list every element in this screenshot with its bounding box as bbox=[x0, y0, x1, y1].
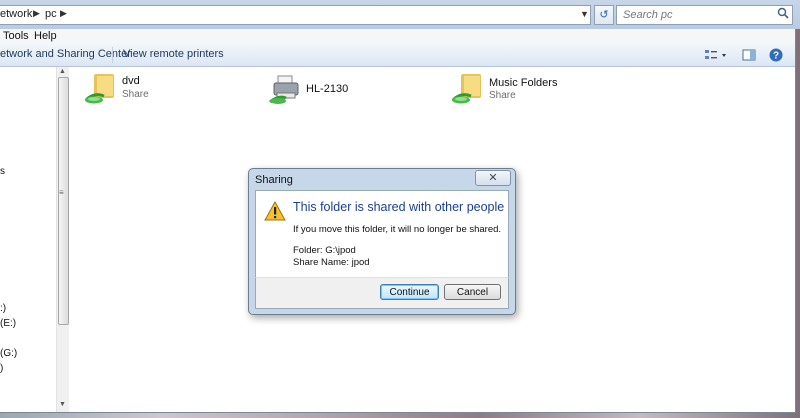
dialog-message: If you move this folder, it will no long… bbox=[293, 224, 502, 235]
refresh-icon[interactable]: ↺ bbox=[594, 5, 614, 25]
nav-item[interactable]: ) bbox=[0, 363, 3, 374]
folder-path-label: Folder: G:\jpod bbox=[293, 245, 356, 256]
cancel-button[interactable]: Cancel bbox=[444, 284, 501, 300]
menu-tools[interactable]: Tools bbox=[3, 30, 29, 42]
breadcrumb-network[interactable]: etwork bbox=[0, 8, 32, 20]
printer-icon bbox=[269, 75, 299, 104]
nav-item[interactable]: s bbox=[0, 166, 5, 177]
search-icon[interactable] bbox=[777, 7, 789, 19]
scroll-grip-icon: ≡ bbox=[59, 188, 64, 197]
item-name: Music Folders bbox=[489, 77, 558, 89]
view-remote-printers-button[interactable]: View remote printers bbox=[123, 48, 224, 60]
dialog-footer: Continue Cancel bbox=[255, 277, 509, 309]
dialog-body: This folder is shared with other people … bbox=[255, 190, 509, 279]
shared-folder-icon bbox=[84, 74, 114, 104]
close-button[interactable]: ✕ bbox=[475, 170, 511, 186]
change-view-icon[interactable] bbox=[703, 47, 729, 63]
command-bar: etwork and Sharing Center View remote pr… bbox=[0, 44, 795, 67]
menu-bar: Tools Help bbox=[0, 29, 795, 45]
search-input[interactable] bbox=[621, 7, 765, 23]
scroll-down-icon[interactable]: ▼ bbox=[59, 401, 66, 408]
warning-icon bbox=[264, 201, 286, 221]
dialog-heading: This folder is shared with other people bbox=[293, 200, 505, 214]
shared-folder-icon bbox=[451, 74, 481, 104]
navigation-pane: s :) (E:) (G:) ) bbox=[0, 67, 57, 412]
shared-item-hl-2130[interactable]: HL-2130 bbox=[268, 72, 418, 106]
shared-item-music-folders[interactable]: Music Folders Share bbox=[449, 72, 619, 106]
breadcrumb-pc[interactable]: pc bbox=[45, 8, 57, 20]
sharing-dialog: Sharing ✕ This folder is shared with oth… bbox=[248, 168, 516, 315]
nav-item[interactable]: :) bbox=[0, 303, 6, 314]
scroll-up-icon[interactable]: ▲ bbox=[59, 68, 66, 75]
breadcrumb-arrow-icon[interactable]: ▶ bbox=[33, 8, 40, 19]
close-icon: ✕ bbox=[488, 172, 498, 184]
command-separator bbox=[112, 47, 113, 63]
explorer-window: etwork ▶ pc ▶ ▼ ↺ Tools Help etwork and … bbox=[0, 0, 800, 412]
item-name: dvd bbox=[122, 75, 140, 87]
dialog-title: Sharing bbox=[255, 174, 293, 186]
help-icon[interactable]: ? bbox=[768, 47, 784, 63]
scrollbar-thumb[interactable] bbox=[58, 77, 69, 325]
continue-button[interactable]: Continue bbox=[380, 284, 439, 300]
breadcrumb-arrow-icon[interactable]: ▶ bbox=[60, 8, 67, 19]
nav-item[interactable]: (G:) bbox=[0, 348, 17, 359]
item-name: HL-2130 bbox=[306, 83, 349, 95]
share-name-label: Share Name: jpod bbox=[293, 257, 370, 268]
nav-item[interactable]: (E:) bbox=[0, 318, 16, 329]
address-dropdown-icon[interactable]: ▼ bbox=[580, 9, 589, 19]
svg-text:?: ? bbox=[773, 51, 779, 62]
preview-pane-icon[interactable] bbox=[741, 47, 757, 63]
menu-help[interactable]: Help bbox=[34, 30, 57, 42]
address-row: etwork ▶ pc ▶ ▼ ↺ bbox=[0, 0, 800, 29]
nav-scrollbar[interactable]: ▲ ≡ ▼ bbox=[56, 67, 69, 412]
address-bar[interactable]: etwork ▶ pc ▶ ▼ bbox=[0, 5, 591, 25]
shared-item-dvd[interactable]: dvd Share bbox=[82, 72, 232, 106]
item-subtitle: Share bbox=[489, 90, 516, 101]
item-subtitle: Share bbox=[122, 89, 149, 100]
search-box bbox=[616, 5, 793, 25]
